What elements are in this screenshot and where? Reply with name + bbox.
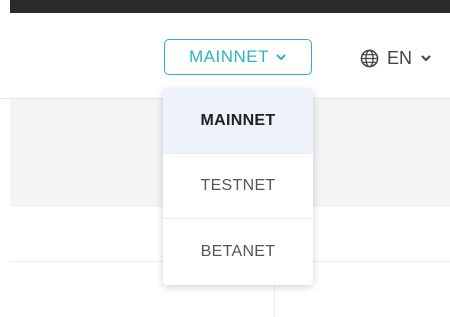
chevron-down-icon xyxy=(421,55,431,61)
network-option-label: MAINNET xyxy=(200,112,276,129)
language-select-value: EN xyxy=(387,47,413,68)
language-select[interactable]: EN xyxy=(360,44,432,72)
network-option-mainnet[interactable]: MAINNET xyxy=(163,89,313,154)
network-dropdown-menu: MAINNET TESTNET BETANET xyxy=(163,89,313,285)
network-option-betanet[interactable]: BETANET xyxy=(163,219,313,285)
network-option-label: TESTNET xyxy=(200,177,276,194)
network-option-testnet[interactable]: TESTNET xyxy=(163,154,313,219)
top-bar xyxy=(10,0,450,13)
network-select-value: MAINNET xyxy=(189,47,269,66)
globe-icon xyxy=(360,49,379,67)
network-option-label: BETANET xyxy=(200,243,276,260)
network-select[interactable]: MAINNET xyxy=(164,39,312,75)
chevron-down-icon xyxy=(276,54,286,60)
